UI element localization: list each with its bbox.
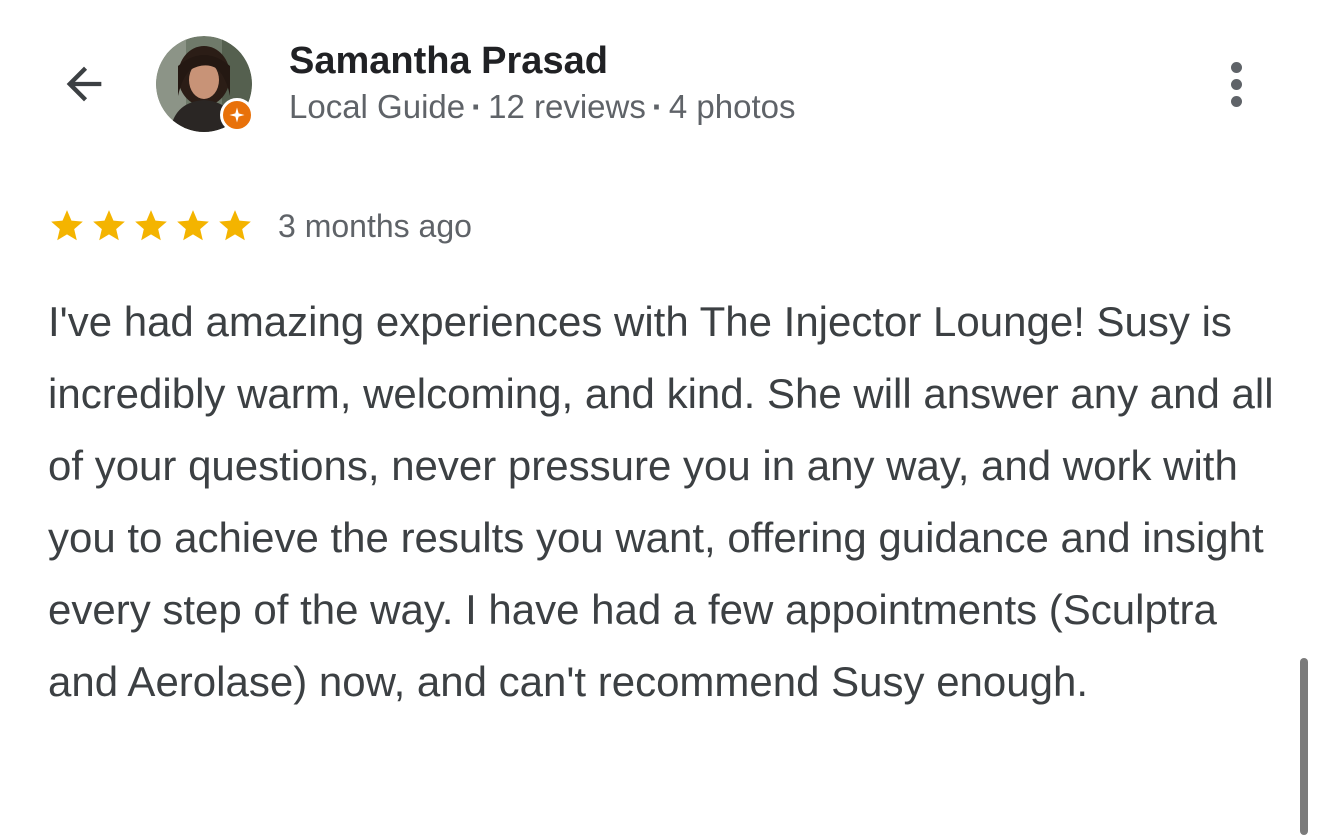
rating-row: 3 months ago — [48, 203, 472, 249]
reviewer-name[interactable]: Samantha Prasad — [289, 40, 608, 83]
arrow-back-icon — [66, 66, 102, 102]
local-guide-badge-icon — [220, 98, 254, 132]
star-icon — [93, 210, 125, 241]
star-icon — [135, 210, 167, 241]
more-vert-icon-dot — [1230, 78, 1242, 90]
more-options-button[interactable] — [1206, 52, 1266, 116]
back-button[interactable] — [50, 50, 118, 118]
reviewer-avatar-wrapper[interactable] — [156, 36, 254, 132]
photo-count: 4 photos — [668, 88, 796, 125]
review-date: 3 months ago — [278, 207, 472, 244]
star-icon — [177, 210, 209, 241]
scrollbar-thumb[interactable] — [1300, 658, 1308, 835]
reviewer-meta: Local Guide · 12 reviews · 4 photos — [289, 88, 795, 126]
star-icon — [219, 210, 251, 241]
more-vert-icon — [1230, 61, 1242, 73]
star-icon — [51, 210, 83, 241]
local-guide-label: Local Guide — [289, 88, 466, 125]
meta-separator: · — [651, 88, 663, 125]
meta-separator: · — [471, 88, 483, 125]
star-rating — [48, 207, 254, 245]
more-vert-icon-dot — [1230, 95, 1242, 107]
review-text: I've had amazing experiences with The In… — [48, 298, 1274, 705]
review-count: 12 reviews — [488, 88, 646, 125]
